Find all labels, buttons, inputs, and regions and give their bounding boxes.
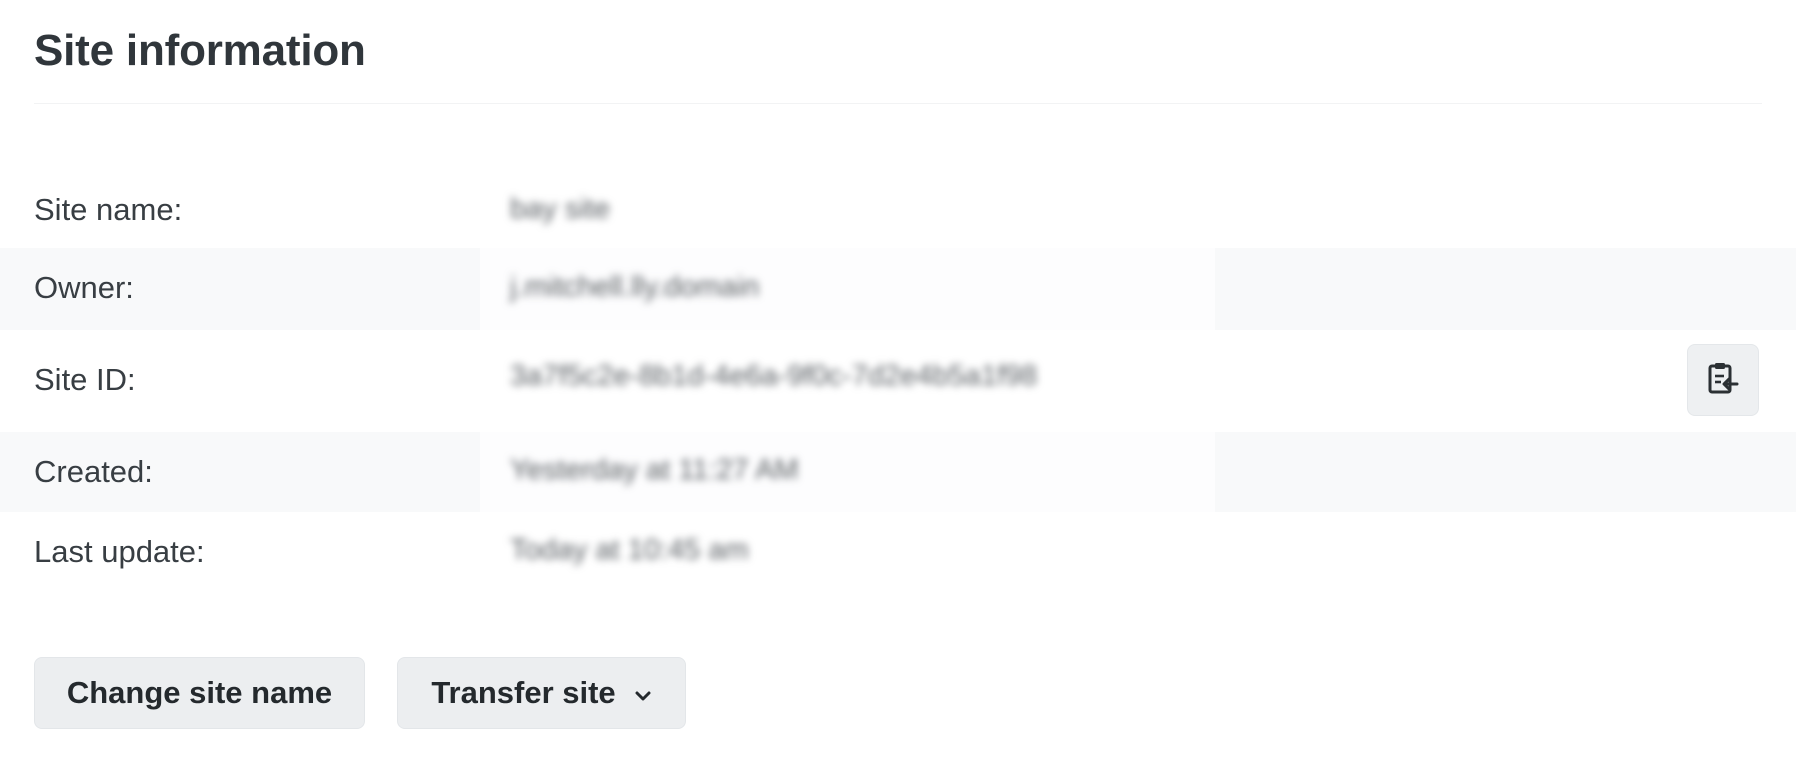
page-title: Site information: [34, 26, 366, 75]
transfer-site-label: Transfer site: [431, 675, 616, 710]
site-name-row: Site name: bay site: [0, 175, 1796, 245]
change-site-name-label: Change site name: [66, 675, 333, 710]
created-row: Created: Yesterday at 11:27 AM: [0, 432, 1796, 512]
title-divider: [34, 103, 1762, 104]
chevron-down-icon: [634, 674, 652, 710]
copy-site-id-button[interactable]: [1687, 344, 1759, 416]
clipboard-copy-icon: [1707, 361, 1739, 400]
site-id-label: Site ID:: [34, 362, 136, 397]
site-name-value: bay site: [510, 193, 610, 225]
owner-label: Owner:: [34, 270, 134, 305]
site-id-value: 3a7f5c2e-8b1d-4e6a-9f0c-7d2e4b5a1f98: [510, 360, 1038, 392]
last-update-label: Last update:: [34, 534, 205, 569]
created-label: Created:: [34, 454, 153, 489]
owner-value: j.mitchell.lly.domain: [510, 271, 760, 303]
site-name-label: Site name:: [34, 192, 183, 227]
last-update-value: Today at 10:45 am: [510, 534, 749, 566]
owner-row: Owner: j.mitchell.lly.domain: [0, 248, 1796, 330]
last-update-row: Last update: Today at 10:45 am: [0, 512, 1796, 592]
transfer-site-button[interactable]: Transfer site: [397, 657, 686, 729]
change-site-name-button[interactable]: Change site name: [34, 657, 365, 729]
site-id-row: Site ID: 3a7f5c2e-8b1d-4e6a-9f0c-7d2e4b5…: [0, 330, 1796, 432]
created-value: Yesterday at 11:27 AM: [510, 454, 799, 486]
